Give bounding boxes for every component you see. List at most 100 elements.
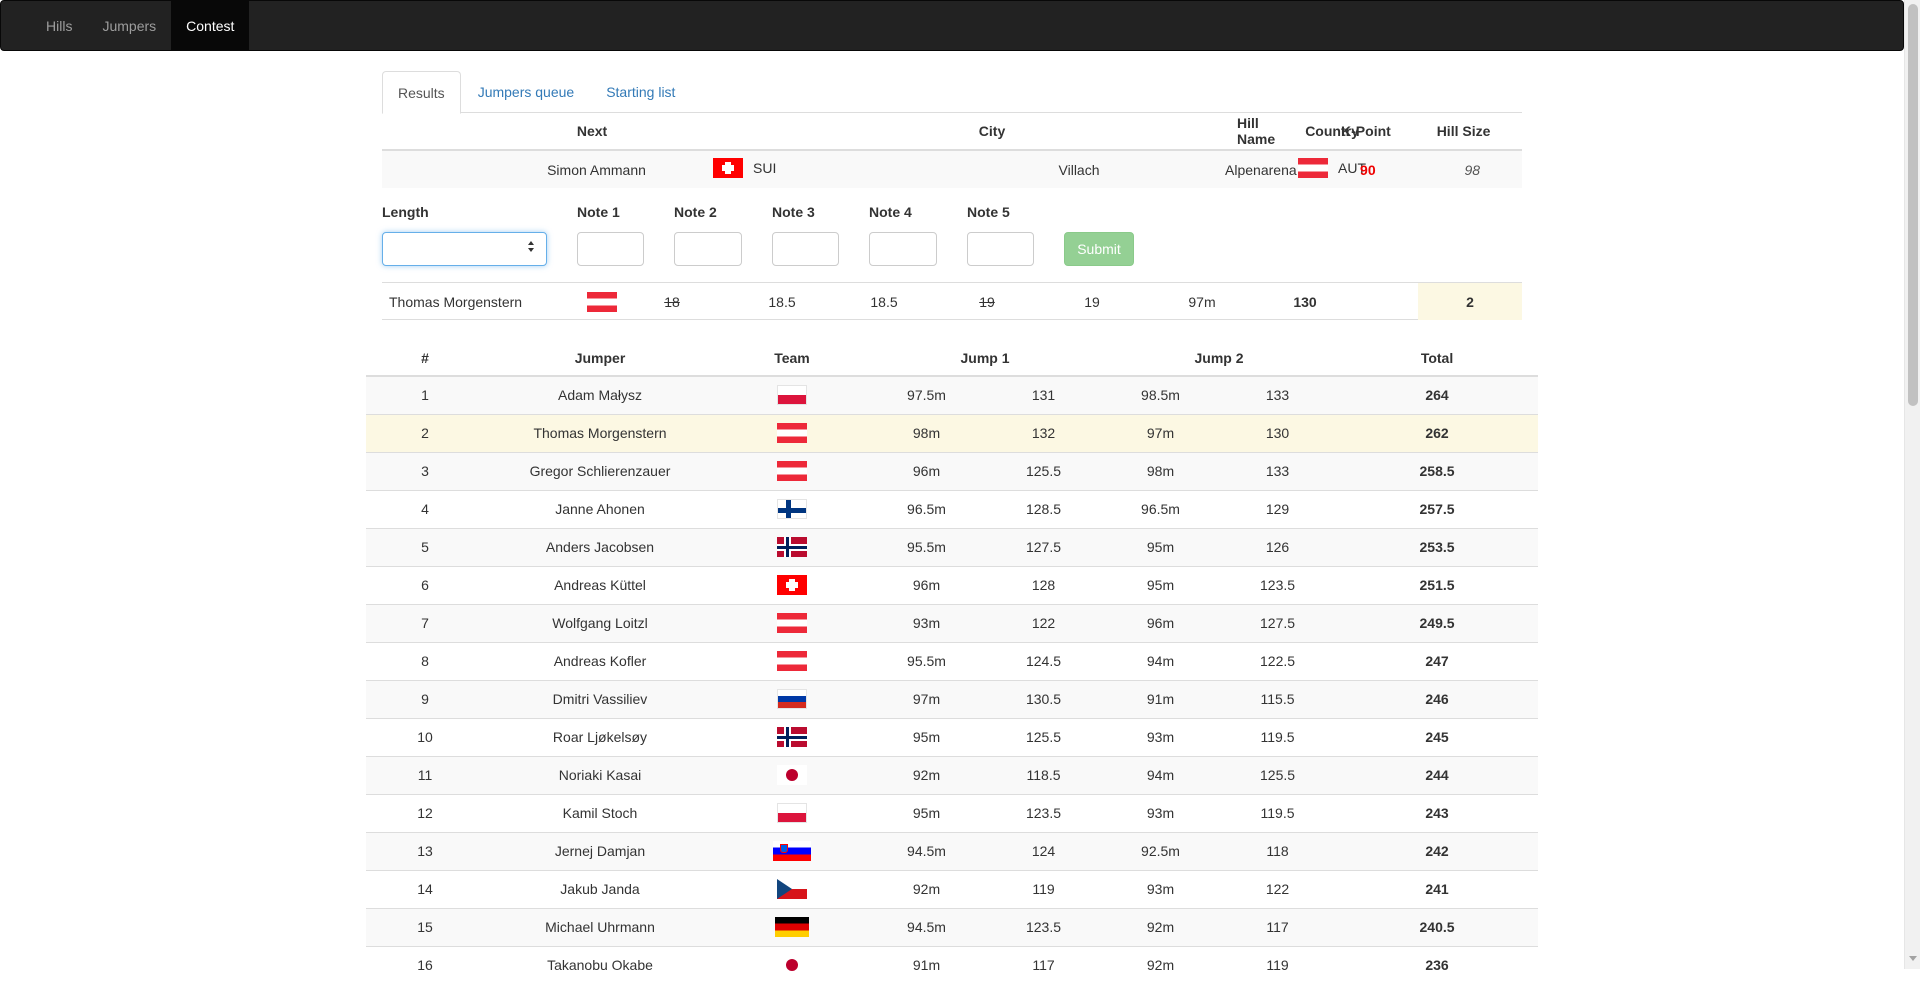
jump1-points: 117 xyxy=(985,945,1103,984)
length-group: Length xyxy=(382,204,429,224)
scrollbar-thumb[interactable] xyxy=(1908,4,1918,406)
total-points: 245 xyxy=(1336,717,1539,756)
jump2-points: 119 xyxy=(1219,945,1337,984)
jumper-name: Roar Ljøkelsøy xyxy=(484,717,716,756)
hill-points: 90 98 xyxy=(1360,150,1523,188)
results-row: 13 Jernej Damjan 94.5m 124 92.5m 118 242 xyxy=(366,831,1539,870)
jump1-points: 125.5 xyxy=(985,451,1103,490)
team-cell xyxy=(716,755,868,794)
length-input[interactable] xyxy=(382,232,547,266)
results-row: 10 Roar Ljøkelsøy 95m 125.5 93m 119.5 245 xyxy=(366,717,1539,756)
jumper-name: Dmitri Vassiliev xyxy=(484,679,716,718)
note1-input[interactable] xyxy=(577,232,644,266)
jump1-points: 118.5 xyxy=(985,755,1103,794)
jump1-length: 92m xyxy=(868,869,985,908)
jump1-length: 96.5m xyxy=(868,489,985,528)
page-scrollbar[interactable] xyxy=(1904,0,1920,969)
tab-starting-list[interactable]: Starting list xyxy=(591,71,690,113)
rank-cell: 13 xyxy=(366,831,484,870)
nav-contest[interactable]: Contest xyxy=(171,1,250,50)
jump2-length: 92m xyxy=(1102,907,1220,946)
results-row: 4 Janne Ahonen 96.5m 128.5 96.5m 129 257.5 xyxy=(366,489,1539,528)
rank-cell: 5 xyxy=(366,527,484,566)
jump2-length: 92m xyxy=(1102,945,1220,984)
total-points: 253.5 xyxy=(1336,527,1539,566)
jump1-length: 95.5m xyxy=(868,527,985,566)
stepper-up-icon[interactable] xyxy=(528,241,534,245)
results-row: 1 Adam Małysz 97.5m 131 98.5m 133 264 xyxy=(366,375,1539,414)
jump1-length: 94.5m xyxy=(868,907,985,946)
jump1-length: 94.5m xyxy=(868,831,985,870)
team-cell xyxy=(716,945,868,984)
submit-button[interactable]: Submit xyxy=(1064,232,1134,266)
austria-flag-icon xyxy=(777,651,807,671)
stepper-down-icon[interactable] xyxy=(528,248,534,252)
last-jump-team xyxy=(587,283,617,320)
jump2-length: 93m xyxy=(1102,869,1220,908)
hill-city: Villach xyxy=(802,150,1183,188)
top-navbar: Hills Jumpers Contest xyxy=(0,0,1904,51)
length-stepper[interactable] xyxy=(528,241,534,252)
jumper-name: Jakub Janda xyxy=(484,869,716,908)
austria-flag-icon xyxy=(777,613,807,633)
jump2-length: 97m xyxy=(1102,413,1220,452)
hill-size-value: 98 xyxy=(1464,161,1481,178)
jump1-length: 93m xyxy=(868,603,985,642)
results-header-jumper: Jumper xyxy=(484,340,716,377)
jump2-length: 95m xyxy=(1102,565,1220,604)
jumper-name: Noriaki Kasai xyxy=(484,755,716,794)
last-jump-rank: 2 xyxy=(1418,283,1522,320)
scroll-down-arrow-icon[interactable] xyxy=(1909,956,1917,961)
results-row: 11 Noriaki Kasai 92m 118.5 94m 125.5 244 xyxy=(366,755,1539,794)
note2-group: Note 2 xyxy=(674,204,717,224)
last-jump-row: Thomas Morgenstern 18 18.5 18.5 19 19 97… xyxy=(382,282,1522,320)
contest-tabs: Results Jumpers queue Starting list xyxy=(382,71,1522,114)
results-row: 7 Wolfgang Loitzl 93m 122 96m 127.5 249.5 xyxy=(366,603,1539,642)
jump2-points: 127.5 xyxy=(1219,603,1337,642)
results-row: 6 Andreas Küttel 96m 128 95m 123.5 251.5 xyxy=(366,565,1539,604)
rank-cell: 3 xyxy=(366,451,484,490)
jump2-points: 129 xyxy=(1219,489,1337,528)
nav-jumpers[interactable]: Jumpers xyxy=(87,1,171,50)
tab-results[interactable]: Results xyxy=(382,71,461,114)
note4-input[interactable] xyxy=(869,232,937,266)
jump2-points: 117 xyxy=(1219,907,1337,946)
total-points: 241 xyxy=(1336,869,1539,908)
note3-group: Note 3 xyxy=(772,204,815,224)
jumper-name: Wolfgang Loitzl xyxy=(484,603,716,642)
total-points: 240.5 xyxy=(1336,907,1539,946)
rank-cell: 15 xyxy=(366,907,484,946)
rank-cell: 14 xyxy=(366,869,484,908)
jump2-points: 119.5 xyxy=(1219,793,1337,832)
nav-hills[interactable]: Hills xyxy=(31,1,87,50)
total-points: 236 xyxy=(1336,945,1539,984)
note5-input[interactable] xyxy=(967,232,1034,266)
results-row: 16 Takanobu Okabe 91m 117 92m 119 236 xyxy=(366,945,1539,984)
team-cell xyxy=(716,527,868,566)
note4-group: Note 4 xyxy=(869,204,912,224)
results-row: 14 Jakub Janda 92m 119 93m 122 241 xyxy=(366,869,1539,908)
team-cell xyxy=(716,489,868,528)
last-jump-points: 130 xyxy=(1293,293,1317,310)
jump2-points: 123.5 xyxy=(1219,565,1337,604)
note2-input[interactable] xyxy=(674,232,742,266)
jumper-name: Thomas Morgenstern xyxy=(484,413,716,452)
note5-group: Note 5 xyxy=(967,204,1010,224)
results-table: # Jumper Team Jump 1 Jump 2 Total 1 Adam … xyxy=(366,340,1539,984)
austria-flag-icon xyxy=(587,291,617,312)
team-cell xyxy=(716,413,868,452)
jumper-name: Adam Małysz xyxy=(484,375,716,414)
jump2-points: 126 xyxy=(1219,527,1337,566)
kpoint-value: 90 xyxy=(1360,161,1376,178)
results-row: 9 Dmitri Vassiliev 97m 130.5 91m 115.5 246 xyxy=(366,679,1539,718)
jump1-length: 91m xyxy=(868,945,985,984)
note3-input[interactable] xyxy=(772,232,839,266)
jump2-length: 94m xyxy=(1102,641,1220,680)
jump2-length: 92.5m xyxy=(1102,831,1220,870)
jump1-points: 128.5 xyxy=(985,489,1103,528)
rank-cell: 12 xyxy=(366,793,484,832)
total-points: 246 xyxy=(1336,679,1539,718)
rank-cell: 10 xyxy=(366,717,484,756)
jump1-length: 95m xyxy=(868,793,985,832)
tab-jumpers-queue[interactable]: Jumpers queue xyxy=(463,71,590,113)
